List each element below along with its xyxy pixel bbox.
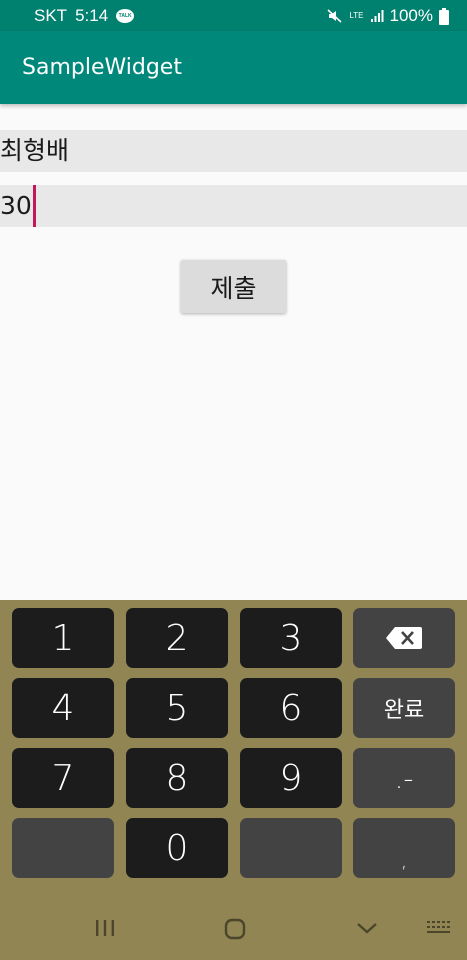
status-right: LTE 100% — [327, 6, 449, 26]
age-value: 30 — [0, 191, 32, 220]
key-9[interactable]: 9 — [240, 748, 342, 808]
battery-level: 100% — [389, 6, 433, 25]
back-icon[interactable] — [355, 918, 379, 938]
clock: 5:14 — [75, 6, 109, 25]
signal-icon — [370, 10, 384, 22]
backspace-key[interactable] — [353, 608, 455, 668]
age-field[interactable]: 30 — [0, 185, 467, 227]
status-bar: SKT 5:14 TALK LTE 100% — [0, 0, 467, 31]
text-cursor — [32, 185, 36, 227]
dot-minus-key[interactable]: .- — [353, 748, 455, 808]
battery-icon — [439, 7, 449, 25]
key-7[interactable]: 7 — [12, 748, 114, 808]
key-5[interactable]: 5 — [126, 678, 228, 738]
recents-icon[interactable] — [94, 918, 116, 938]
keyboard-icon[interactable] — [425, 918, 451, 938]
key-0[interactable]: 0 — [126, 818, 228, 878]
app-title: SampleWidget — [22, 55, 182, 80]
done-key[interactable]: 완료 — [353, 678, 455, 738]
name-value: 최형배 — [0, 136, 70, 165]
blank-key-left[interactable] — [12, 818, 114, 878]
key-6[interactable]: 6 — [240, 678, 342, 738]
mute-icon — [327, 9, 342, 23]
navigation-bar — [0, 900, 467, 960]
key-3[interactable]: 3 — [240, 608, 342, 668]
submit-button[interactable]: 제출 — [181, 260, 286, 313]
talk-icon: TALK — [116, 9, 135, 23]
key-1[interactable]: 1 — [12, 608, 114, 668]
name-field[interactable]: 최형배 — [0, 130, 467, 172]
carrier: SKT — [34, 6, 68, 25]
lte-icon: LTE — [349, 11, 364, 20]
app-bar: SampleWidget — [0, 31, 467, 104]
backspace-icon — [386, 627, 422, 649]
talk-badge-text: TALK — [118, 13, 132, 19]
home-icon[interactable] — [223, 918, 247, 940]
blank-key-right[interactable] — [240, 818, 342, 878]
key-4[interactable]: 4 — [12, 678, 114, 738]
comma-key[interactable]: , — [353, 818, 455, 878]
status-left: SKT 5:14 TALK — [34, 6, 135, 26]
key-8[interactable]: 8 — [126, 748, 228, 808]
key-2[interactable]: 2 — [126, 608, 228, 668]
